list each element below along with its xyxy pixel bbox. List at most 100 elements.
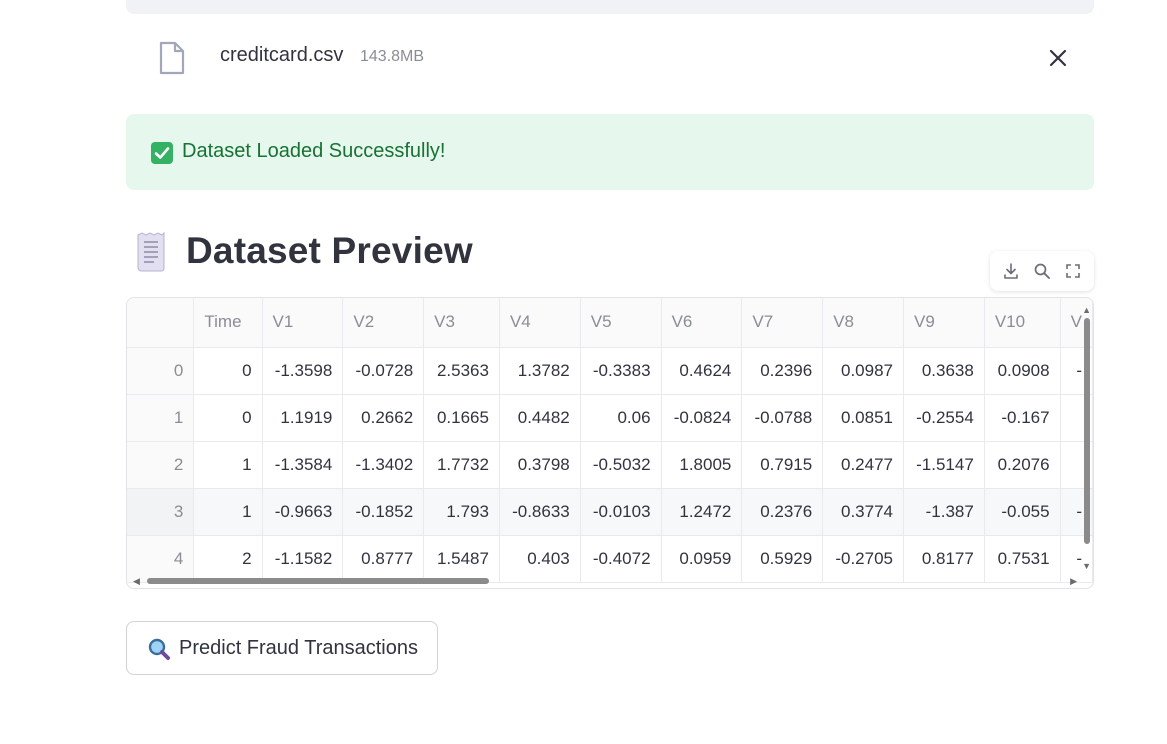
table-cell[interactable]: -0.0103 xyxy=(580,488,662,536)
table-cell[interactable]: 0.2376 xyxy=(741,488,824,536)
row-index: 1 xyxy=(127,394,195,442)
table-cell[interactable]: 1.3782 xyxy=(499,347,581,395)
table-cell[interactable]: 0.7531 xyxy=(984,535,1061,583)
table-cell[interactable]: 0.4482 xyxy=(499,394,581,442)
close-icon[interactable] xyxy=(1048,48,1068,68)
section-title: Dataset Preview xyxy=(186,230,473,271)
column-header[interactable]: V6 xyxy=(661,298,743,348)
row-index: 2 xyxy=(127,441,195,489)
table-cell[interactable]: -1.3584 xyxy=(262,441,344,489)
table-cell[interactable]: -0.3383 xyxy=(580,347,662,395)
file-icon xyxy=(159,41,185,75)
dataframe-toolbar xyxy=(990,251,1094,291)
table-cell[interactable]: 1.7732 xyxy=(423,441,500,489)
table-cell[interactable]: 0.2076 xyxy=(984,441,1061,489)
row-index: 3 xyxy=(127,488,195,536)
table-cell[interactable]: 0.4624 xyxy=(661,347,743,395)
table-cell[interactable]: 0.3638 xyxy=(903,347,985,395)
table-cell[interactable]: -1.5147 xyxy=(903,441,985,489)
success-message: Dataset Loaded Successfully! xyxy=(182,140,446,162)
table-cell[interactable]: 0 xyxy=(193,394,263,442)
fullscreen-icon[interactable] xyxy=(1064,262,1082,280)
column-header[interactable]: V8 xyxy=(822,298,904,348)
success-alert: Dataset Loaded Successfully! xyxy=(126,114,1094,190)
table-cell[interactable]: -0.055 xyxy=(984,488,1061,536)
file-size: 143.8MB xyxy=(360,48,425,65)
table-row: 1 0 1.1919 0.2662 0.1665 0.4482 0.06 -0.… xyxy=(127,394,1093,442)
table-cell[interactable]: -0.8633 xyxy=(499,488,581,536)
table-cell[interactable]: -0.9663 xyxy=(262,488,344,536)
column-header[interactable]: V10 xyxy=(984,298,1061,348)
table-cell[interactable]: 0.0959 xyxy=(661,535,743,583)
table-cell[interactable]: 0.2477 xyxy=(822,441,904,489)
column-header[interactable]: V7 xyxy=(741,298,824,348)
table-cell[interactable]: -0.2705 xyxy=(822,535,904,583)
magnifier-icon xyxy=(148,638,170,660)
table-cell[interactable]: 0.7915 xyxy=(741,441,824,489)
dataframe-table[interactable]: Time V1 V2 V3 V4 V5 V6 V7 V8 V9 V10 V 0 … xyxy=(126,297,1094,589)
table-cell[interactable]: 1 xyxy=(193,488,263,536)
predict-button-label: Predict Fraud Transactions xyxy=(179,637,418,659)
column-header[interactable]: V5 xyxy=(580,298,662,348)
column-header[interactable] xyxy=(127,298,195,348)
table-cell[interactable]: 0.0987 xyxy=(822,347,904,395)
table-cell[interactable]: -1.3598 xyxy=(262,347,344,395)
column-header[interactable]: Time xyxy=(193,298,263,348)
table-cell[interactable]: 0.403 xyxy=(499,535,581,583)
table-cell[interactable]: 0.2396 xyxy=(741,347,824,395)
table-cell[interactable]: -0.1852 xyxy=(342,488,425,536)
table-cell[interactable]: -1.387 xyxy=(903,488,985,536)
scroll-up-arrow-icon[interactable]: ▲ xyxy=(1082,306,1091,315)
table-cell[interactable]: 0.0851 xyxy=(822,394,904,442)
table-cell[interactable]: -1.3402 xyxy=(342,441,425,489)
scroll-left-arrow-icon[interactable]: ◀ xyxy=(133,577,140,586)
table-cell[interactable]: 0.0908 xyxy=(984,347,1061,395)
table-cell[interactable]: 1.793 xyxy=(423,488,500,536)
column-header[interactable]: V4 xyxy=(499,298,581,348)
table-cell[interactable]: 1.2472 xyxy=(661,488,743,536)
table-cell[interactable]: 0.3798 xyxy=(499,441,581,489)
table-cell[interactable]: 0.5929 xyxy=(741,535,824,583)
table-cell[interactable]: -0.4072 xyxy=(580,535,662,583)
table-row: 3 1 -0.9663 -0.1852 1.793 -0.8633 -0.010… xyxy=(127,488,1093,536)
scroll-down-arrow-icon[interactable]: ▼ xyxy=(1082,562,1091,571)
vertical-scrollbar[interactable] xyxy=(1084,318,1090,544)
table-cell[interactable]: 0 xyxy=(193,347,263,395)
table-cell[interactable]: 0.1665 xyxy=(423,394,500,442)
row-index: 4 xyxy=(127,535,195,583)
table-cell[interactable]: -0.0788 xyxy=(741,394,824,442)
table-cell[interactable]: 2 xyxy=(193,535,263,583)
table-row: 4 2 -1.1582 0.8777 1.5487 0.403 -0.4072 … xyxy=(127,535,1093,583)
table-cell[interactable]: 0.8177 xyxy=(903,535,985,583)
table-cell[interactable]: -1.1582 xyxy=(262,535,344,583)
uploader-dropzone-edge xyxy=(126,0,1094,14)
scroll-right-arrow-icon[interactable]: ▶ xyxy=(1070,577,1077,586)
table-cell[interactable]: -0.167 xyxy=(984,394,1061,442)
table-row: 0 0 -1.3598 -0.0728 2.5363 1.3782 -0.338… xyxy=(127,347,1093,395)
table-cell[interactable]: 0.3774 xyxy=(822,488,904,536)
column-header[interactable]: V1 xyxy=(262,298,344,348)
table-cell[interactable]: -0.0728 xyxy=(342,347,425,395)
predict-fraud-button[interactable]: Predict Fraud Transactions xyxy=(126,621,438,675)
search-icon[interactable] xyxy=(1033,262,1051,280)
table-cell[interactable]: -0.5032 xyxy=(580,441,662,489)
table-row: 2 1 -1.3584 -1.3402 1.7732 0.3798 -0.503… xyxy=(127,441,1093,489)
table-cell[interactable]: -0.2554 xyxy=(903,394,985,442)
table-cell[interactable]: 1 xyxy=(193,441,263,489)
file-name: creditcard.csv xyxy=(220,44,344,66)
column-header[interactable]: V2 xyxy=(342,298,425,348)
column-header[interactable]: V9 xyxy=(903,298,985,348)
download-icon[interactable] xyxy=(1002,262,1020,280)
horizontal-scrollbar[interactable] xyxy=(147,578,489,584)
table-cell[interactable]: 0.06 xyxy=(580,394,662,442)
table-cell[interactable]: 1.5487 xyxy=(423,535,500,583)
table-cell[interactable]: 1.8005 xyxy=(661,441,743,489)
row-index: 0 xyxy=(127,347,195,395)
table-header-row: Time V1 V2 V3 V4 V5 V6 V7 V8 V9 V10 V xyxy=(127,298,1093,348)
table-cell[interactable]: 0.8777 xyxy=(342,535,425,583)
table-cell[interactable]: 0.2662 xyxy=(342,394,425,442)
table-cell[interactable]: 2.5363 xyxy=(423,347,500,395)
table-cell[interactable]: 1.1919 xyxy=(262,394,344,442)
table-cell[interactable]: -0.0824 xyxy=(661,394,743,442)
column-header[interactable]: V3 xyxy=(423,298,500,348)
